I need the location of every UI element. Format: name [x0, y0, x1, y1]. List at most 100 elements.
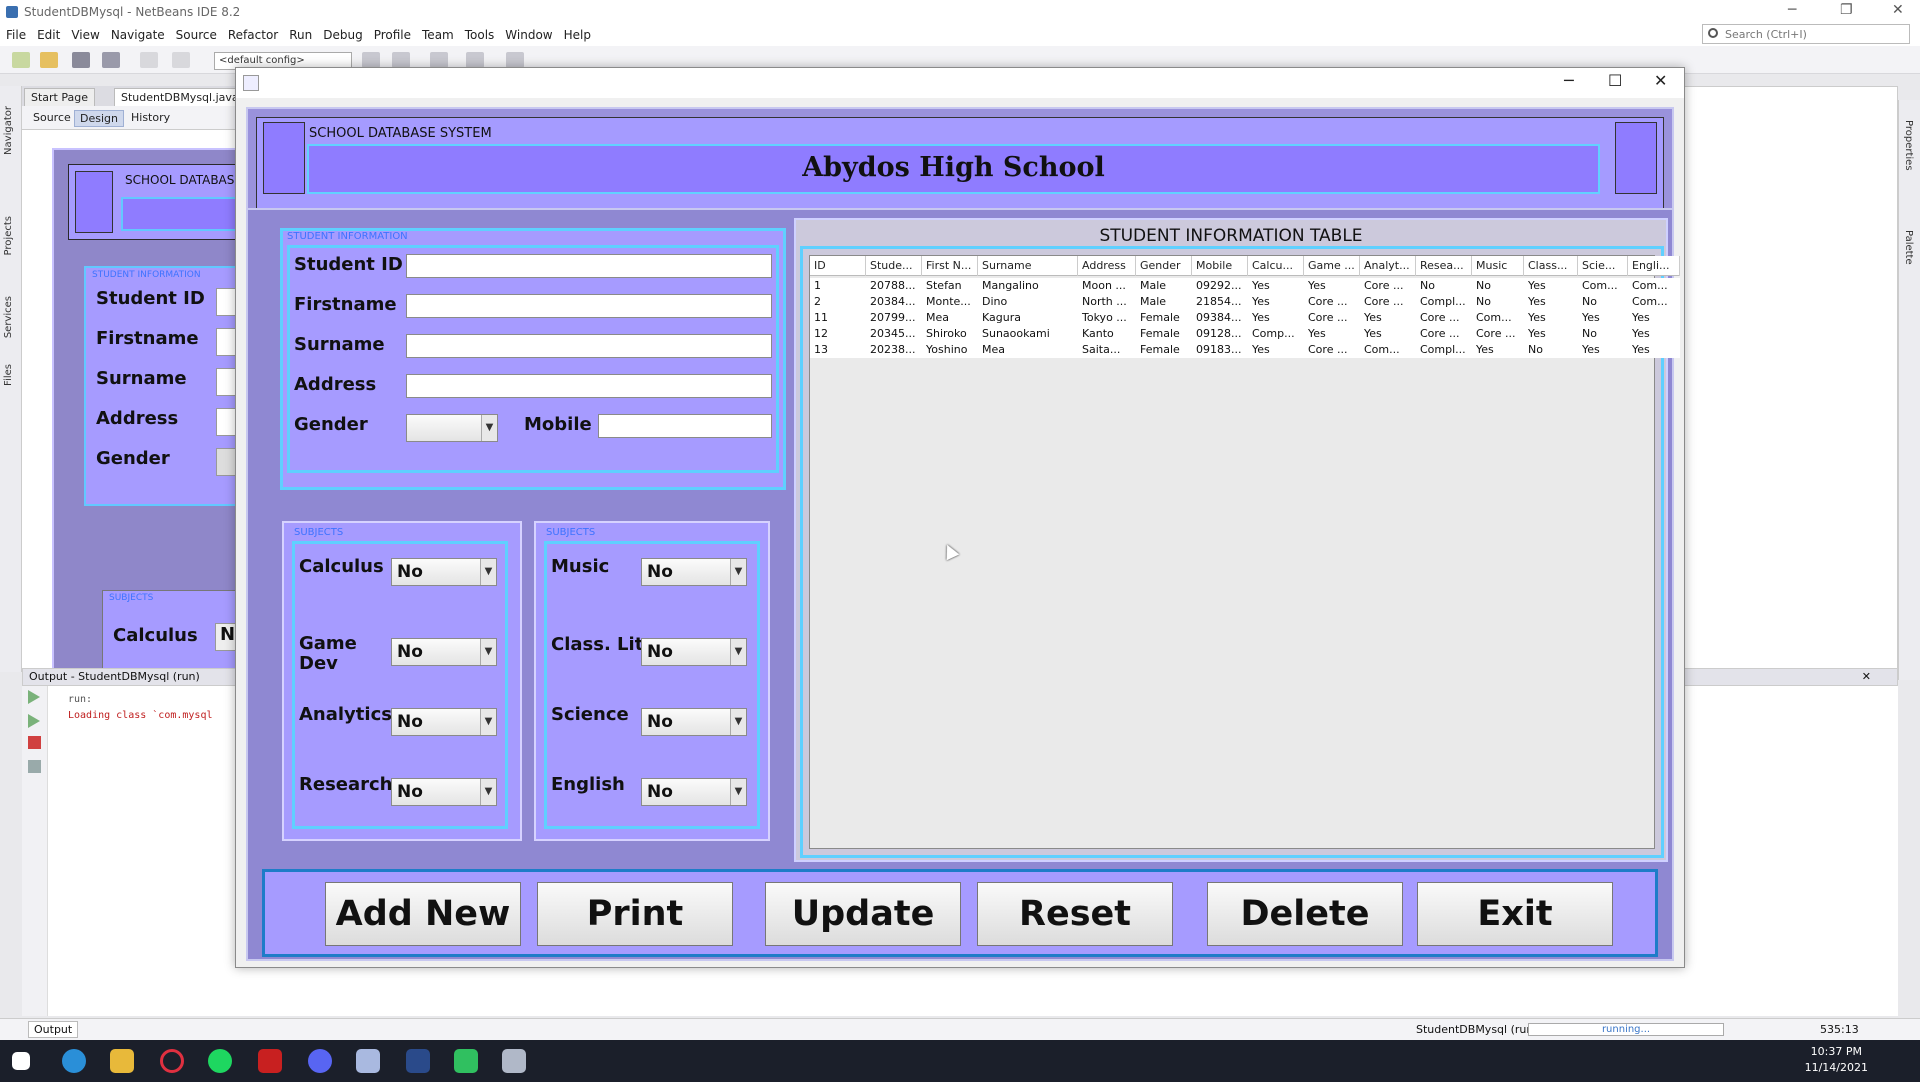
redo-icon[interactable] [172, 52, 190, 68]
new-file-icon[interactable] [12, 52, 30, 68]
tab-studentdbmysql[interactable]: StudentDBMysql.java [114, 88, 246, 106]
debug-icon[interactable] [466, 52, 484, 68]
add-new-button[interactable]: Add New [325, 882, 521, 946]
reset-button[interactable]: Reset [977, 882, 1173, 946]
file-explorer-icon[interactable] [110, 1049, 134, 1073]
tab-design[interactable]: Design [74, 110, 124, 127]
table-column-header[interactable]: Mobile [1192, 256, 1248, 276]
clean-build-icon[interactable] [392, 52, 410, 68]
table-row[interactable]: 12 20345... Shiroko Sunaookami Kanto Female 09… [810, 326, 1680, 342]
address-input[interactable] [406, 374, 772, 398]
output-close-icon[interactable]: ✕ [1862, 669, 1871, 685]
output-tab[interactable]: Output [28, 1021, 79, 1038]
properties-tab[interactable]: Properties [1903, 120, 1914, 171]
tab-start-page[interactable]: Start Page [24, 88, 95, 106]
navigator-tab[interactable]: Navigator [3, 106, 14, 155]
taskbar-clock[interactable]: 10:37 PM 11/14/2021 [1805, 1044, 1868, 1076]
table-column-header[interactable]: Gender [1136, 256, 1192, 276]
tab-source[interactable]: Source [28, 110, 76, 125]
new-project-icon[interactable] [40, 52, 58, 68]
table-row[interactable]: 11 20799... Mea Kagura Tokyo ... Female 09384.… [810, 310, 1680, 326]
surname-input[interactable] [406, 334, 772, 358]
menu-item[interactable]: File [6, 28, 26, 42]
analytics-select[interactable]: No ▼ [391, 708, 497, 736]
rerun-icon[interactable] [28, 690, 40, 704]
open-project-icon[interactable] [72, 52, 90, 68]
table-column-header[interactable]: Music [1472, 256, 1524, 276]
java-app-taskbar-icon[interactable] [502, 1049, 526, 1073]
undo-icon[interactable] [140, 52, 158, 68]
delete-button[interactable]: Delete [1207, 882, 1403, 946]
student-id-input[interactable] [406, 254, 772, 278]
table-column-header[interactable]: Surname [978, 256, 1078, 276]
table-column-header[interactable]: Analyt... [1360, 256, 1416, 276]
projects-tab[interactable]: Projects [3, 216, 14, 255]
netbeans-taskbar-icon[interactable] [356, 1049, 380, 1073]
services-tab[interactable]: Services [3, 296, 14, 338]
table-column-header[interactable]: Game ... [1304, 256, 1360, 276]
discord-icon[interactable] [308, 1049, 332, 1073]
windows-start-icon[interactable] [12, 1052, 30, 1070]
palette-tab[interactable]: Palette [1903, 230, 1914, 265]
menu-item[interactable]: Profile [374, 28, 411, 42]
app-icon[interactable] [258, 1049, 282, 1073]
table-row[interactable]: 2 20384... Monte... Dino North ... Male 21854.… [810, 294, 1680, 310]
english-select[interactable]: No ▼ [641, 778, 747, 806]
table-row[interactable]: 1 20788... Stefan Mangalino Moon ... Male 0929… [810, 278, 1680, 294]
save-all-icon[interactable] [102, 52, 120, 68]
menu-item[interactable]: Navigate [111, 28, 165, 42]
output-settings-icon[interactable] [28, 760, 41, 773]
exit-button[interactable]: Exit [1417, 882, 1613, 946]
restore-icon[interactable]: ❐ [1840, 2, 1853, 18]
app-close-icon[interactable]: ✕ [1654, 71, 1667, 90]
mobile-input[interactable] [598, 414, 772, 438]
gender-select[interactable]: ▼ [406, 414, 498, 442]
table-column-header[interactable]: Engli... [1628, 256, 1680, 276]
table-column-header[interactable]: Calcu... [1248, 256, 1304, 276]
app-green-icon[interactable] [454, 1049, 478, 1073]
tab-history[interactable]: History [126, 110, 175, 125]
table-column-header[interactable]: Address [1078, 256, 1136, 276]
table-row[interactable]: 13 20238... Yoshino Mea Saita... Female 09183.… [810, 342, 1680, 358]
menu-item[interactable]: Refactor [228, 28, 278, 42]
stop-icon[interactable] [28, 736, 41, 749]
table-column-header[interactable]: Scie... [1578, 256, 1628, 276]
table-column-header[interactable]: First N... [922, 256, 978, 276]
class-lit-select[interactable]: No ▼ [641, 638, 747, 666]
rerun-with-params-icon[interactable] [28, 714, 40, 728]
profile-icon[interactable] [506, 52, 524, 68]
vscode-icon[interactable] [406, 1049, 430, 1073]
menu-item[interactable]: Edit [37, 28, 60, 42]
run-icon[interactable] [430, 52, 448, 68]
menu-item[interactable]: Help [564, 28, 591, 42]
table-column-header[interactable]: ID [810, 256, 866, 276]
files-tab[interactable]: Files [3, 364, 14, 386]
firstname-input[interactable] [406, 294, 772, 318]
opera-icon[interactable] [160, 1049, 184, 1073]
menu-item[interactable]: View [71, 28, 99, 42]
minimize-icon[interactable]: ─ [1788, 2, 1796, 18]
spotify-icon[interactable] [208, 1049, 232, 1073]
game-dev-select[interactable]: No ▼ [391, 638, 497, 666]
print-button[interactable]: Print [537, 882, 733, 946]
table-column-header[interactable]: Class... [1524, 256, 1578, 276]
menu-item[interactable]: Tools [465, 28, 495, 42]
build-icon[interactable] [362, 52, 380, 68]
student-table[interactable]: ID Stude... First N... Surname Address Gender… [809, 255, 1680, 849]
menu-item[interactable]: Run [289, 28, 312, 42]
table-column-header[interactable]: Resea... [1416, 256, 1472, 276]
menu-item[interactable]: Source [176, 28, 217, 42]
research-select[interactable]: No ▼ [391, 778, 497, 806]
menu-item[interactable]: Team [422, 28, 454, 42]
app-minimize-icon[interactable]: ─ [1564, 71, 1574, 90]
close-icon[interactable]: ✕ [1892, 2, 1904, 18]
edge-icon[interactable] [62, 1049, 86, 1073]
calculus-select[interactable]: No ▼ [391, 558, 497, 586]
music-select[interactable]: No ▼ [641, 558, 747, 586]
science-select[interactable]: No ▼ [641, 708, 747, 736]
app-maximize-icon[interactable]: ☐ [1608, 71, 1622, 90]
menu-item[interactable]: Debug [323, 28, 362, 42]
menu-item[interactable]: Window [505, 28, 552, 42]
update-button[interactable]: Update [765, 882, 961, 946]
ide-search-input[interactable]: Search (Ctrl+I) [1702, 24, 1910, 44]
